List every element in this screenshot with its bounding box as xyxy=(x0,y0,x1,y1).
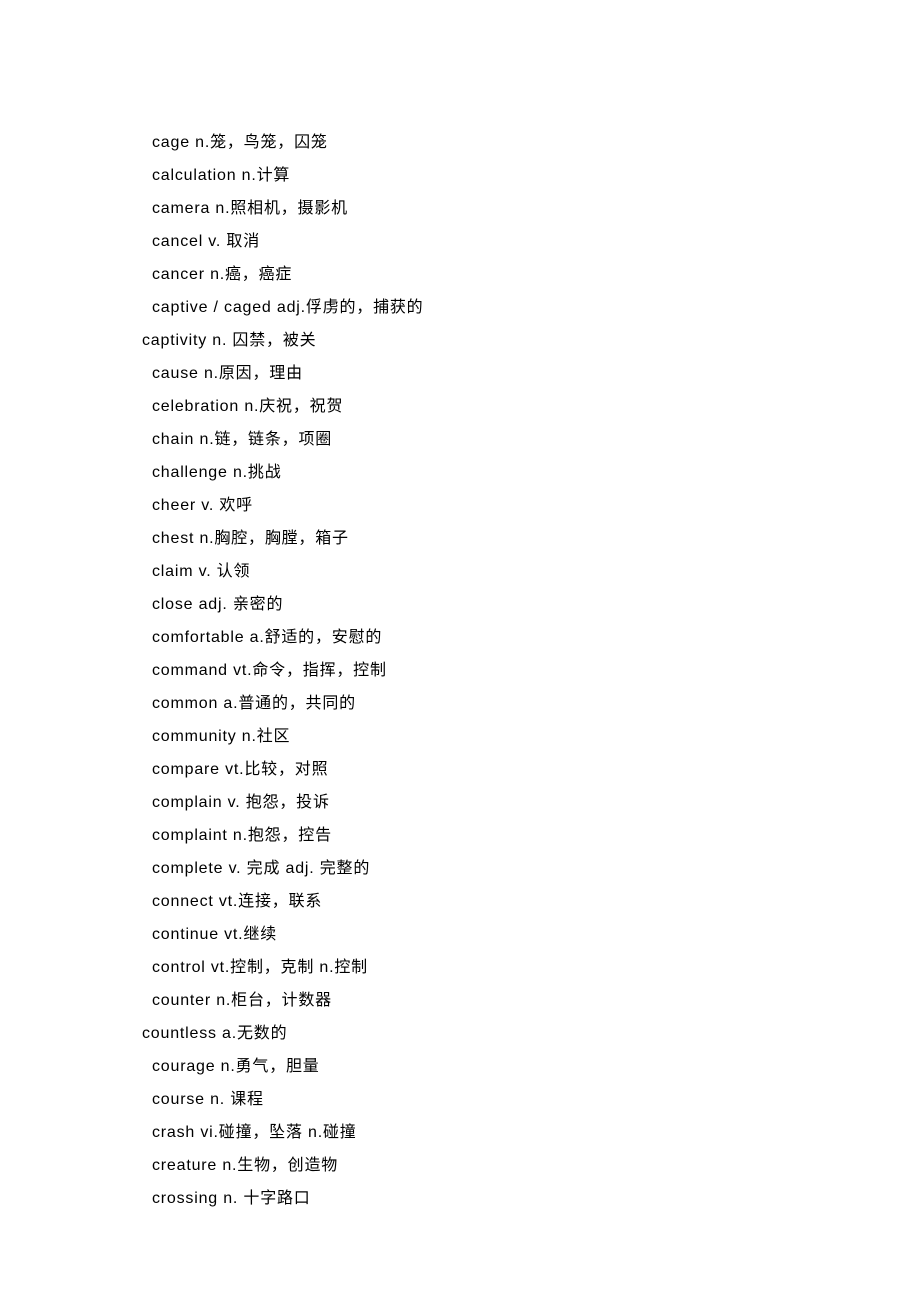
vocab-entry: cancel v. 取消 xyxy=(152,225,800,258)
vocab-entry: claim v. 认领 xyxy=(152,555,800,588)
vocab-entry: command vt.命令，指挥，控制 xyxy=(152,654,800,687)
vocab-entry: countless a.无数的 xyxy=(142,1017,800,1050)
vocab-entry: calculation n.计算 xyxy=(152,159,800,192)
vocab-entry: celebration n.庆祝，祝贺 xyxy=(152,390,800,423)
vocab-entry: camera n.照相机，摄影机 xyxy=(152,192,800,225)
vocab-entry: compare vt.比较，对照 xyxy=(152,753,800,786)
vocab-entry: chain n.链，链条，项圈 xyxy=(152,423,800,456)
page-content: cage n.笼，鸟笼，囚笼 calculation n.计算 camera n… xyxy=(0,0,920,1215)
vocab-entry: connect vt.连接，联系 xyxy=(152,885,800,918)
vocab-entry: creature n.生物，创造物 xyxy=(152,1149,800,1182)
vocab-entry: comfortable a.舒适的，安慰的 xyxy=(152,621,800,654)
vocab-entry: captivity n. 囚禁，被关 xyxy=(142,324,800,357)
vocab-entry: captive / caged adj.俘虏的，捕获的 xyxy=(152,291,800,324)
vocab-entry: cancer n.癌，癌症 xyxy=(152,258,800,291)
vocab-entry: crossing n. 十字路口 xyxy=(152,1182,800,1215)
vocab-entry: crash vi.碰撞，坠落 n.碰撞 xyxy=(152,1116,800,1149)
vocab-entry: complain v. 抱怨，投诉 xyxy=(152,786,800,819)
vocab-entry: course n. 课程 xyxy=(152,1083,800,1116)
vocab-entry: courage n.勇气，胆量 xyxy=(152,1050,800,1083)
vocab-entry: chest n.胸腔，胸膛，箱子 xyxy=(152,522,800,555)
vocab-entry: counter n.柜台，计数器 xyxy=(152,984,800,1017)
vocab-entry: complaint n.抱怨，控告 xyxy=(152,819,800,852)
vocab-entry: community n.社区 xyxy=(152,720,800,753)
vocab-entry: challenge n.挑战 xyxy=(152,456,800,489)
vocab-entry: cage n.笼，鸟笼，囚笼 xyxy=(152,126,800,159)
vocab-entry: cause n.原因，理由 xyxy=(152,357,800,390)
vocab-entry: close adj. 亲密的 xyxy=(152,588,800,621)
vocab-entry: continue vt.继续 xyxy=(152,918,800,951)
vocab-entry: control vt.控制，克制 n.控制 xyxy=(152,951,800,984)
vocab-entry: complete v. 完成 adj. 完整的 xyxy=(152,852,800,885)
vocab-entry: cheer v. 欢呼 xyxy=(152,489,800,522)
vocab-entry: common a.普通的，共同的 xyxy=(152,687,800,720)
